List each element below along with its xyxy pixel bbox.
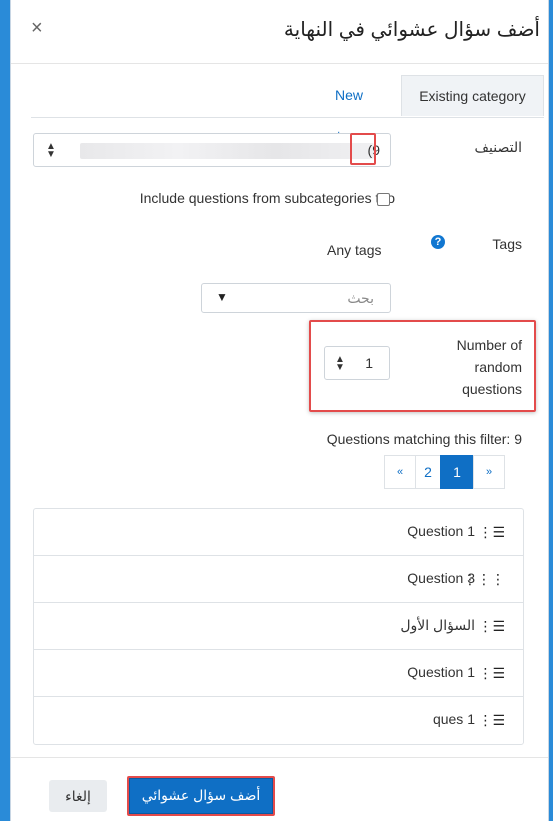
select-arrows-icon: ▲ ▼ [335, 354, 345, 373]
list-item: ⋮☰ Question 1 [34, 509, 523, 556]
dropdown-arrow-icon[interactable]: ▼ [216, 290, 228, 304]
question-name: السؤال الأول [400, 617, 475, 633]
include-subcategories-label: Include questions from subcategories too [139, 190, 395, 206]
multichoice-icon: ⋮☰ [478, 712, 505, 728]
cancel-button[interactable]: إلغاء [49, 780, 107, 812]
category-select[interactable]: ▲ ▼ (9 [33, 133, 391, 167]
tab-existing-category[interactable]: Existing category [401, 75, 544, 116]
multichoice-icon: ⋮☰ [478, 618, 505, 634]
matching-count-text: Questions matching this filter: 9 [326, 431, 522, 447]
pagination-page-1[interactable]: 1 [440, 455, 474, 489]
add-random-question-button[interactable]: أضف سؤال عشوائي [127, 776, 275, 816]
question-name: Question 1 [407, 664, 475, 680]
tags-value: Any tags [327, 242, 382, 258]
number-random-label: Number of random questions [456, 337, 522, 397]
list-item: ⋮☰ ques 1 [34, 697, 523, 744]
highlight-box-category-count [350, 133, 376, 165]
number-random-value: 1 [365, 355, 373, 371]
category-label: التصنيف [474, 139, 522, 155]
pagination: « 2 1 » [384, 455, 505, 489]
list-item: ⋮⋮⋮ Question 3 [34, 556, 523, 603]
pagination-first[interactable]: « [384, 455, 416, 489]
number-random-select[interactable]: ▲ ▼ 1 [324, 346, 390, 380]
pagination-last[interactable]: » [473, 455, 505, 489]
multichoice-icon: ⋮☰ [478, 665, 505, 681]
tab-new-category[interactable]: New category [301, 75, 397, 144]
modal-dialog: أضف سؤال عشوائي في النهاية × Existing ca… [10, 0, 549, 821]
question-list: ⋮☰ Question 1 ⋮⋮⋮ Question 3 ⋮☰ السؤال ا… [33, 508, 524, 745]
modal-title: أضف سؤال عشوائي في النهاية [283, 19, 540, 41]
question-name: Question 3 [407, 570, 475, 586]
help-icon[interactable]: ? [431, 235, 445, 249]
list-item: ⋮☰ Question 1 [34, 650, 523, 697]
list-item: ⋮☰ السؤال الأول [34, 603, 523, 650]
tab-bar: Existing category New category [31, 75, 544, 144]
include-subcategories-checkbox[interactable] [377, 193, 390, 206]
modal-header: أضف سؤال عشوائي في النهاية × [11, 0, 548, 64]
tags-label: Tags [492, 236, 522, 252]
multichoice-icon: ⋮☰ [478, 524, 505, 540]
question-name: ques 1 [432, 711, 475, 727]
search-placeholder: بحث [347, 290, 374, 306]
question-name: Question 1 [407, 523, 475, 539]
select-arrows-icon: ▲ ▼ [46, 141, 56, 160]
pagination-page-2[interactable]: 2 [415, 455, 441, 489]
close-icon[interactable]: × [31, 18, 43, 38]
modal-footer [11, 757, 548, 758]
category-redacted-text [80, 143, 374, 159]
tags-search-input[interactable]: ▼ بحث [201, 283, 391, 313]
